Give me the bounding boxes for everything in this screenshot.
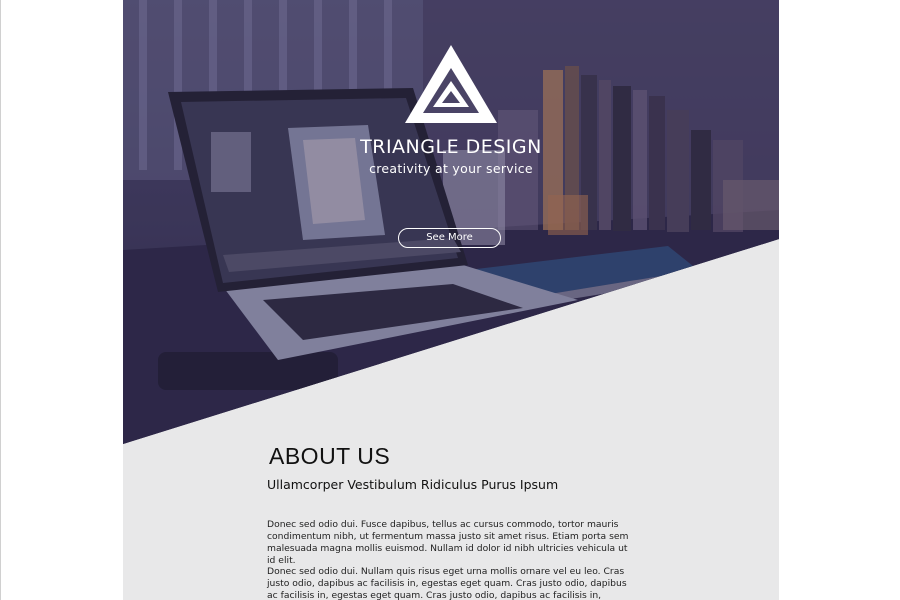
viewport-edge (0, 0, 1, 600)
triangle-logo-icon (405, 45, 497, 123)
about-paragraph: Donec sed odio dui. Nullam quis risus eg… (267, 566, 627, 600)
about-title: ABOUT US (269, 443, 391, 469)
brand-title: TRIANGLE DESIGN (360, 136, 542, 158)
landing-page: TRIANGLE DESIGN creativity at your servi… (123, 0, 779, 600)
see-more-button[interactable]: See More (398, 228, 501, 248)
brand-tagline: creativity at your service (369, 161, 533, 176)
about-subtitle: Ullamcorper Vestibulum Ridiculus Purus I… (267, 477, 559, 492)
about-paragraph: Donec sed odio dui. Fusce dapibus, tellu… (267, 519, 629, 566)
hero-section: TRIANGLE DESIGN creativity at your servi… (123, 0, 779, 444)
